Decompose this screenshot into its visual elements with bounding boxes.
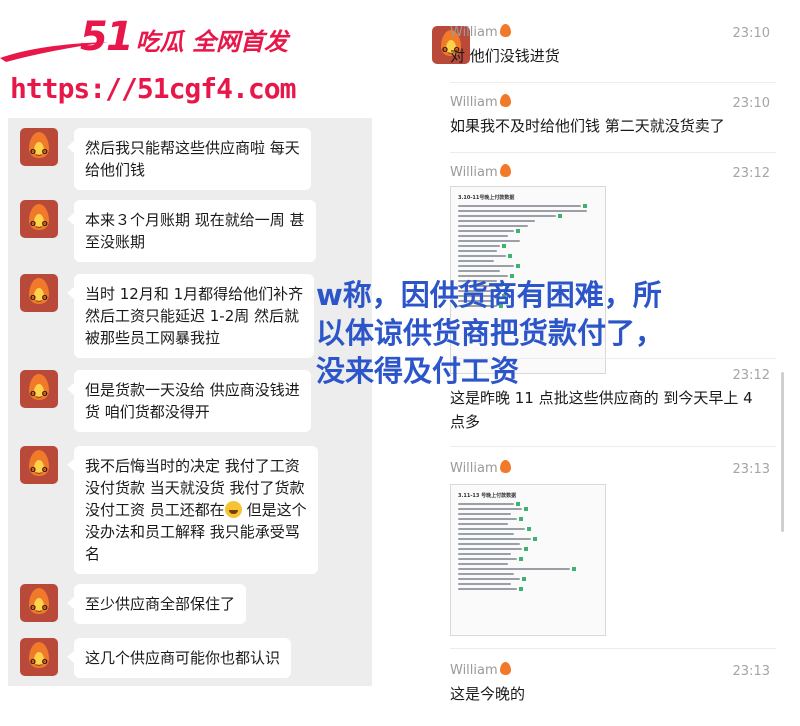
avatar[interactable]: ʘ‿ʘ [20,128,58,166]
overlay-caption: w称，因供货商有困难，所 以体谅供货商把货款付了， 没来得及付工资 [316,276,736,390]
caption-line: 没来得及付工资 [316,354,520,388]
watermark-url: https://51cgf4.com [10,72,296,105]
sender-name-text: William [450,663,498,678]
sender-name: William [450,94,511,110]
message-line: 然后我只能帮这些供应商啦 每天 [85,139,300,157]
divider [450,152,776,153]
watermark: 51 吃瓜 全网首发 https://51cgf4.com [0,0,330,110]
message-time: 23:10 [732,96,770,111]
grin-emoji-icon [224,501,242,518]
image-attachment[interactable]: 3.11-13 号晚上付款数据 [450,484,606,636]
message-bubble: 本来３个月账期 现在就给一周 甚 至没账期 [67,200,316,262]
fire-icon [499,460,511,473]
sender-name: William [450,24,511,40]
message-line: 这几个供应商可能你也都认识 [85,649,281,667]
message-line: 至没账期 [85,233,146,251]
avatar[interactable]: ʘ‿ʘ [20,370,58,408]
message-text: 这是今晚的 [450,685,526,703]
avatar[interactable]: ʘ‿ʘ [20,200,58,238]
message-text: 如果我不及时给他们钱 第二天就没货卖了 [450,117,725,135]
sender-name-text: William [450,461,498,476]
fire-icon [499,662,511,675]
divider [450,446,776,447]
fire-icon [499,94,511,107]
chat-message: ʘ‿ʘ 至少供应商全部保住了 [20,584,247,624]
message-line: 没付工资 员工还都在 但是这个 [85,499,307,521]
scrollbar[interactable] [781,372,784,532]
caption-line: w称，因供货商有困难，所 [316,278,662,312]
message-text: 对 他们没钱进货 [450,47,560,65]
message-line: 我不后悔当时的决定 我付了工资 [85,457,300,475]
chat-message: ʘ‿ʘ 然后我只能帮这些供应商啦 每天 给他们钱 [20,128,311,190]
chat-message: ʘ‿ʘ 本来３个月账期 现在就给一周 甚 至没账期 [20,200,316,262]
message-line: 然后工资只能延迟 1-2周 然后就 [85,307,300,325]
message-line: 名 [85,545,101,563]
message-text: 这是昨晚 11 点批这些供应商的 到今天早上 4 点多 [450,389,753,431]
message-line: 但是货款一天没给 供应商没钱进 [85,381,300,399]
message-line: 被那些员工网暴我拉 [85,329,221,347]
message-time: 23:12 [732,368,770,383]
message-bubble: 这几个供应商可能你也都认识 [66,638,292,678]
message-bubble: 但是货款一天没给 供应商没钱进 货 咱们货都没得开 [67,370,311,432]
sender-name: William [450,662,511,678]
sender-name-text: William [450,165,498,180]
message-time: 23:12 [732,166,770,181]
avatar[interactable]: ʘ‿ʘ [20,584,58,622]
avatar[interactable]: ʘ‿ʘ [20,274,58,312]
image-title: 3.11-13 号晚上付款数据 [458,493,517,499]
image-title: 3.10-11号晚上付款数据 [458,195,515,201]
message-time: 23:10 [732,26,770,41]
watermark-brand-text: 吃瓜 全网首发 [135,28,289,56]
sender-name-text: William [450,95,498,110]
sender-name: William [450,164,511,180]
chat-message: ʘ‿ʘ 但是货款一天没给 供应商没钱进 货 咱们货都没得开 [20,370,311,432]
message-line: 货 咱们货都没得开 [85,403,210,421]
fire-icon [499,164,511,177]
message-line: 本来３个月账期 现在就给一周 甚 [85,211,305,229]
chat-message: ʘ‿ʘ 这几个供应商可能你也都认识 [20,638,292,678]
message-bubble: 至少供应商全部保住了 [66,584,247,624]
message-line: 至少供应商全部保住了 [85,595,236,613]
message-line: 没办法和员工解释 我只能承受骂 [85,523,300,541]
message-line: 给他们钱 [85,161,146,179]
watermark-brand: 51 吃瓜 全网首发 [80,14,288,60]
caption-line: 以体谅供货商把货款付了， [316,316,665,350]
watermark-brand-number: 51 [80,14,134,60]
message-time: 23:13 [732,462,770,477]
chat-message: ʘ‿ʘ 我不后悔当时的决定 我付了工资 没付货款 当天就没货 我付了货款 没付工… [20,446,318,574]
fire-icon [499,24,511,37]
sender-name-text: William [450,25,498,40]
message-bubble: 然后我只能帮这些供应商啦 每天 给他们钱 [67,128,311,190]
message-bubble: 当时 12月和 1月都得给他们补齐 然后工资只能延迟 1-2周 然后就 被那些员… [66,274,315,358]
avatar[interactable]: ʘ‿ʘ [20,638,58,676]
message-line-text: 但是这个 [246,501,307,519]
message-line: 当时 12月和 1月都得给他们补齐 [85,285,304,303]
left-chat-panel: ʘ‿ʘ 然后我只能帮这些供应商啦 每天 给他们钱 ʘ‿ʘ 本来３个月账期 现在就… [8,118,372,686]
message-line: 没付货款 当天就没货 我付了货款 [85,479,305,497]
divider [450,648,776,649]
avatar[interactable]: ʘ‿ʘ [20,446,58,484]
sender-name: William [450,460,511,476]
message-bubble: 我不后悔当时的决定 我付了工资 没付货款 当天就没货 我付了货款 没付工资 员工… [67,446,318,574]
chat-message: ʘ‿ʘ 当时 12月和 1月都得给他们补齐 然后工资只能延迟 1-2周 然后就 … [20,274,315,358]
message-line-text: 没付工资 员工还都在 [85,501,225,519]
divider [450,82,776,83]
message-time: 23:13 [732,664,770,679]
